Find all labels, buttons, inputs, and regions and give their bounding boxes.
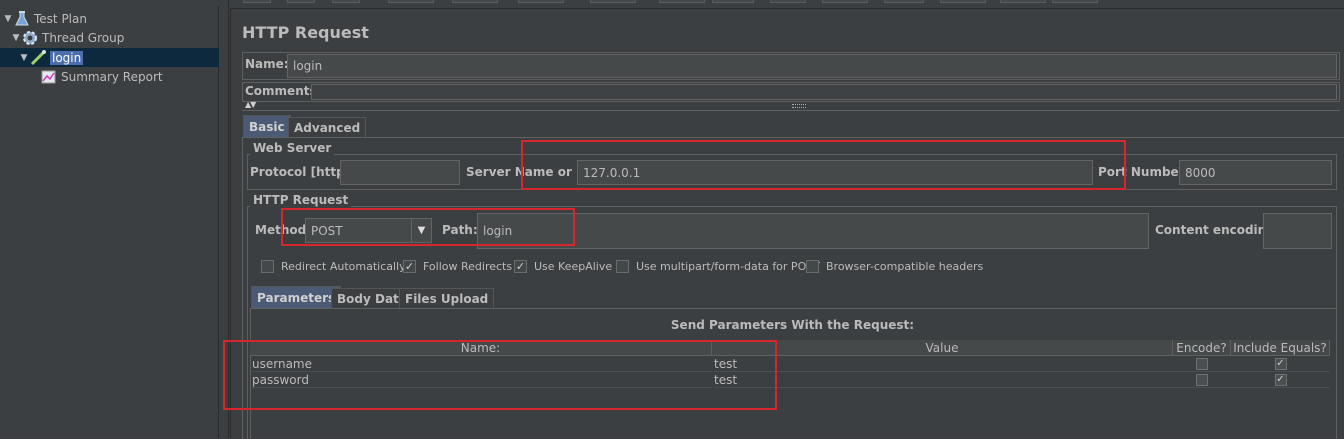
checkbox-icon[interactable] xyxy=(616,260,629,273)
toolbar-button[interactable] xyxy=(940,0,986,3)
include-equals-cell[interactable]: ✓ xyxy=(1231,356,1330,372)
page-title: HTTP Request xyxy=(242,23,369,42)
toolbar-button[interactable] xyxy=(1000,0,1046,3)
pipette-icon xyxy=(29,49,47,67)
expand-toggle-icon[interactable]: ▼ xyxy=(19,53,29,63)
checkbox-label: Use multipart/form-data for POST xyxy=(636,260,820,273)
path-field[interactable]: login xyxy=(477,213,1149,249)
param-value-cell[interactable]: test xyxy=(714,356,1173,372)
column-header-value[interactable]: Value xyxy=(712,340,1173,356)
toolbar-button[interactable] xyxy=(518,0,564,3)
toolbar-button[interactable] xyxy=(332,0,360,3)
checkbox-label: Use KeepAlive xyxy=(534,260,613,273)
protocol-field[interactable] xyxy=(340,160,460,185)
column-header-encode[interactable]: Encode? xyxy=(1173,340,1231,356)
checkbox-label: Browser-compatible headers xyxy=(826,260,984,273)
method-label: Method: xyxy=(255,223,311,237)
param-value-cell[interactable]: test xyxy=(714,372,1173,388)
collapse-arrows-icon[interactable]: ▲▼ xyxy=(245,100,256,109)
comments-field[interactable] xyxy=(311,84,1337,100)
include-equals-cell[interactable]: ✓ xyxy=(1231,372,1330,388)
param-name-cell[interactable]: password xyxy=(252,372,712,388)
toolbar-button[interactable] xyxy=(884,0,924,3)
expand-toggle-icon[interactable]: ▼ xyxy=(11,33,21,43)
checkmark-icon[interactable]: ✓ xyxy=(514,260,527,273)
panel-splitter[interactable] xyxy=(219,0,229,438)
use-keepalive-checkbox[interactable]: ✓ Use KeepAlive xyxy=(514,260,612,273)
tree-item-thread-group[interactable]: ▼ Thread Group xyxy=(11,28,124,47)
port-number-label: Port Number: xyxy=(1098,165,1190,179)
web-server-title: Web Server xyxy=(250,141,335,155)
method-value: POST xyxy=(311,223,343,238)
toolbar-button[interactable] xyxy=(712,0,754,3)
port-number-field[interactable]: 8000 xyxy=(1179,160,1332,185)
resize-grip-icon[interactable] xyxy=(792,104,806,108)
checkbox-label: Follow Redirects xyxy=(423,260,513,273)
parameters-table: Name: Value Encode? Include Equals? user… xyxy=(250,340,1337,439)
toolbar-button[interactable] xyxy=(822,0,868,3)
toolbar xyxy=(0,0,1344,4)
toolbar-button[interactable] xyxy=(590,0,636,3)
column-header-include-equals[interactable]: Include Equals? xyxy=(1231,340,1330,356)
server-name-field[interactable]: 127.0.0.1 xyxy=(577,160,1093,185)
checkbox-icon[interactable] xyxy=(261,260,274,273)
param-name-cell[interactable]: username xyxy=(252,356,712,372)
method-select[interactable]: POST ▼ xyxy=(305,218,432,243)
comments-label: Comments: xyxy=(245,84,322,98)
tab-parameters[interactable]: Parameters xyxy=(251,286,342,308)
http-request-title: HTTP Request xyxy=(250,193,352,207)
encode-cell[interactable] xyxy=(1173,356,1231,372)
tree-item-label: Summary Report xyxy=(61,69,163,84)
name-label: Name: xyxy=(245,57,289,71)
tab-advanced[interactable]: Advanced xyxy=(288,117,367,137)
checkbox-icon[interactable] xyxy=(1196,357,1208,370)
browser-compatible-headers-checkbox[interactable]: Browser-compatible headers xyxy=(806,260,983,273)
toolbar-button[interactable] xyxy=(1052,0,1098,3)
flask-icon xyxy=(13,10,31,28)
tree-item-test-plan[interactable]: ▼ Test Plan xyxy=(3,9,87,28)
gear-icon xyxy=(21,29,39,47)
toolbar-button[interactable] xyxy=(452,0,498,3)
divider xyxy=(242,110,1340,111)
toolbar-button[interactable] xyxy=(388,0,434,3)
tree-item-label: Test Plan xyxy=(34,11,87,26)
checkmark-icon[interactable]: ✓ xyxy=(403,260,416,273)
encode-cell[interactable] xyxy=(1173,372,1231,388)
http-request-panel: HTTP Request Name: login Comments: ▲▼ Ba… xyxy=(230,8,1344,439)
content-encoding-field[interactable] xyxy=(1263,213,1332,249)
toolbar-button[interactable] xyxy=(243,0,271,3)
chevron-down-icon[interactable]: ▼ xyxy=(411,219,431,242)
checkbox-icon[interactable] xyxy=(1196,373,1208,386)
checkmark-icon[interactable]: ✓ xyxy=(1274,373,1287,386)
table-row[interactable]: password test ✓ xyxy=(250,372,1330,388)
parameters-caption: Send Parameters With the Request: xyxy=(670,318,915,332)
checkbox-icon[interactable] xyxy=(806,260,819,273)
follow-redirects-checkbox[interactable]: ✓ Follow Redirects xyxy=(403,260,512,273)
chart-icon xyxy=(40,68,58,86)
content-encoding-label: Content encoding: xyxy=(1155,223,1280,237)
tab-basic[interactable]: Basic xyxy=(243,115,291,137)
expand-toggle-icon[interactable]: ▼ xyxy=(3,14,13,24)
toolbar-button[interactable] xyxy=(770,0,806,3)
table-row[interactable]: username test ✓ xyxy=(250,356,1330,372)
server-name-label: Server Name or IP: xyxy=(466,165,595,179)
test-plan-tree: ▼ Test Plan ▼ Thread Group ▼ login Summa… xyxy=(0,6,219,438)
redirect-automatically-checkbox[interactable]: Redirect Automatically xyxy=(261,260,406,273)
tab-files-upload[interactable]: Files Upload xyxy=(399,288,495,308)
name-field[interactable]: login xyxy=(287,54,1337,78)
tree-item-login[interactable]: ▼ login xyxy=(19,48,84,67)
multipart-form-data-checkbox[interactable]: Use multipart/form-data for POST xyxy=(616,260,820,273)
tree-item-summary-report[interactable]: Summary Report xyxy=(40,67,163,86)
toolbar-button[interactable] xyxy=(287,0,315,3)
column-header-name[interactable]: Name: xyxy=(250,340,712,356)
path-label: Path: xyxy=(442,223,478,237)
checkmark-icon[interactable]: ✓ xyxy=(1274,357,1287,370)
checkbox-label: Redirect Automatically xyxy=(281,260,406,273)
tree-item-label: login xyxy=(50,50,84,65)
toolbar-button[interactable] xyxy=(659,0,705,3)
tree-item-label: Thread Group xyxy=(42,30,125,45)
